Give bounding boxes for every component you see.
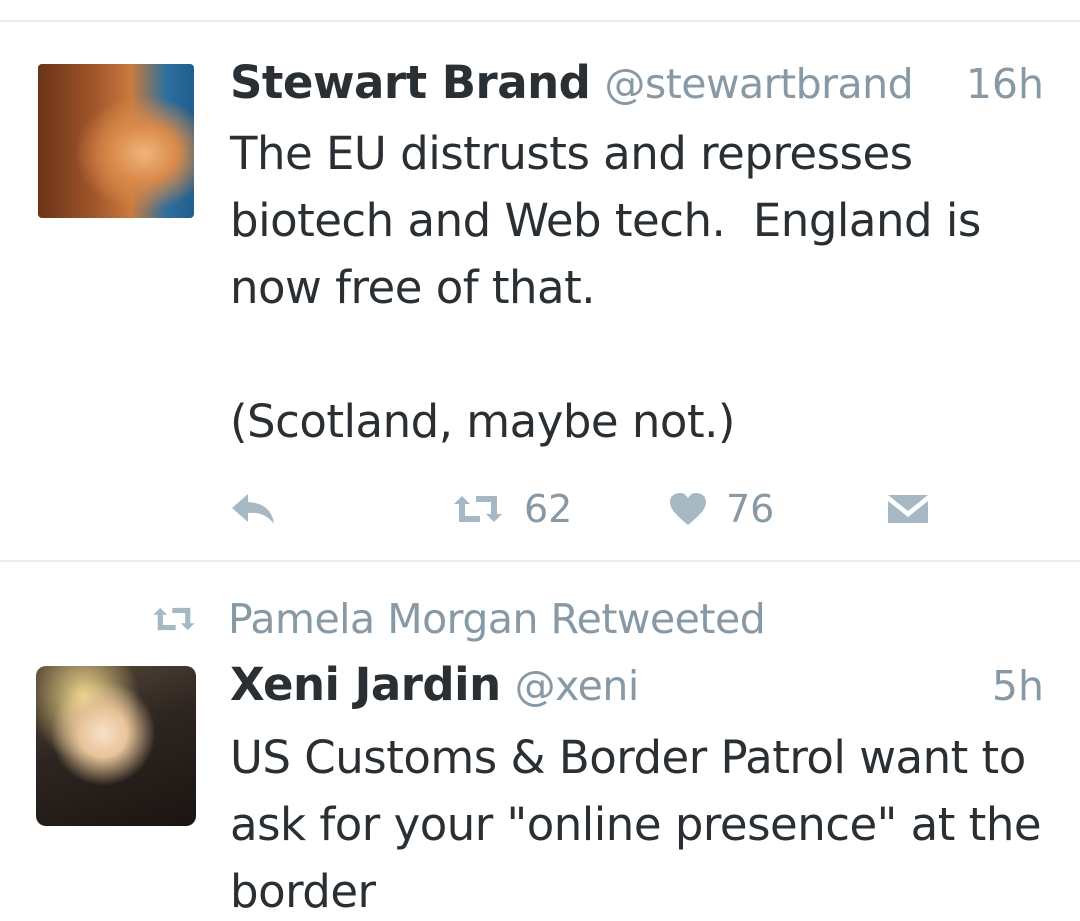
retweet-icon	[153, 607, 195, 631]
tweet-timestamp[interactable]: 5h	[992, 662, 1044, 710]
tweet-header: Xeni Jardin @xeni 5h	[230, 658, 1044, 720]
like-button[interactable]: 76	[668, 484, 774, 534]
direct-message-icon	[888, 495, 928, 523]
retweet-count: 62	[524, 487, 573, 531]
author-name[interactable]: Xeni Jardin	[230, 658, 501, 711]
author-name[interactable]: Stewart Brand	[230, 56, 591, 109]
retweet-button[interactable]: 62	[450, 484, 572, 534]
divider	[0, 20, 1080, 22]
tweet-text: The EU distrusts and represses biotech a…	[230, 127, 981, 448]
like-count: 76	[726, 487, 775, 531]
retweet-icon	[454, 496, 502, 522]
author-handle[interactable]: @xeni	[515, 662, 640, 710]
retweet-context[interactable]: Pamela Morgan Retweeted	[150, 594, 766, 644]
tweet-header: Stewart Brand @stewartbrand 16h	[230, 56, 1044, 118]
reply-icon	[232, 494, 274, 524]
avatar[interactable]	[38, 64, 194, 218]
divider	[0, 560, 1080, 562]
reply-button[interactable]	[230, 484, 276, 534]
author-handle[interactable]: @stewartbrand	[604, 60, 913, 108]
timeline: Stewart Brand @stewartbrand 16h The EU d…	[0, 0, 1080, 921]
heart-icon	[670, 493, 706, 525]
avatar[interactable]	[36, 666, 196, 826]
tweet-actions: 62 76	[0, 484, 1080, 534]
tweet-timestamp[interactable]: 16h	[966, 60, 1044, 108]
retweeted-by-label: Pamela Morgan Retweeted	[228, 595, 766, 643]
tweet-text: US Customs & Border Patrol want to ask f…	[230, 731, 1042, 918]
direct-message-button[interactable]	[886, 484, 930, 534]
